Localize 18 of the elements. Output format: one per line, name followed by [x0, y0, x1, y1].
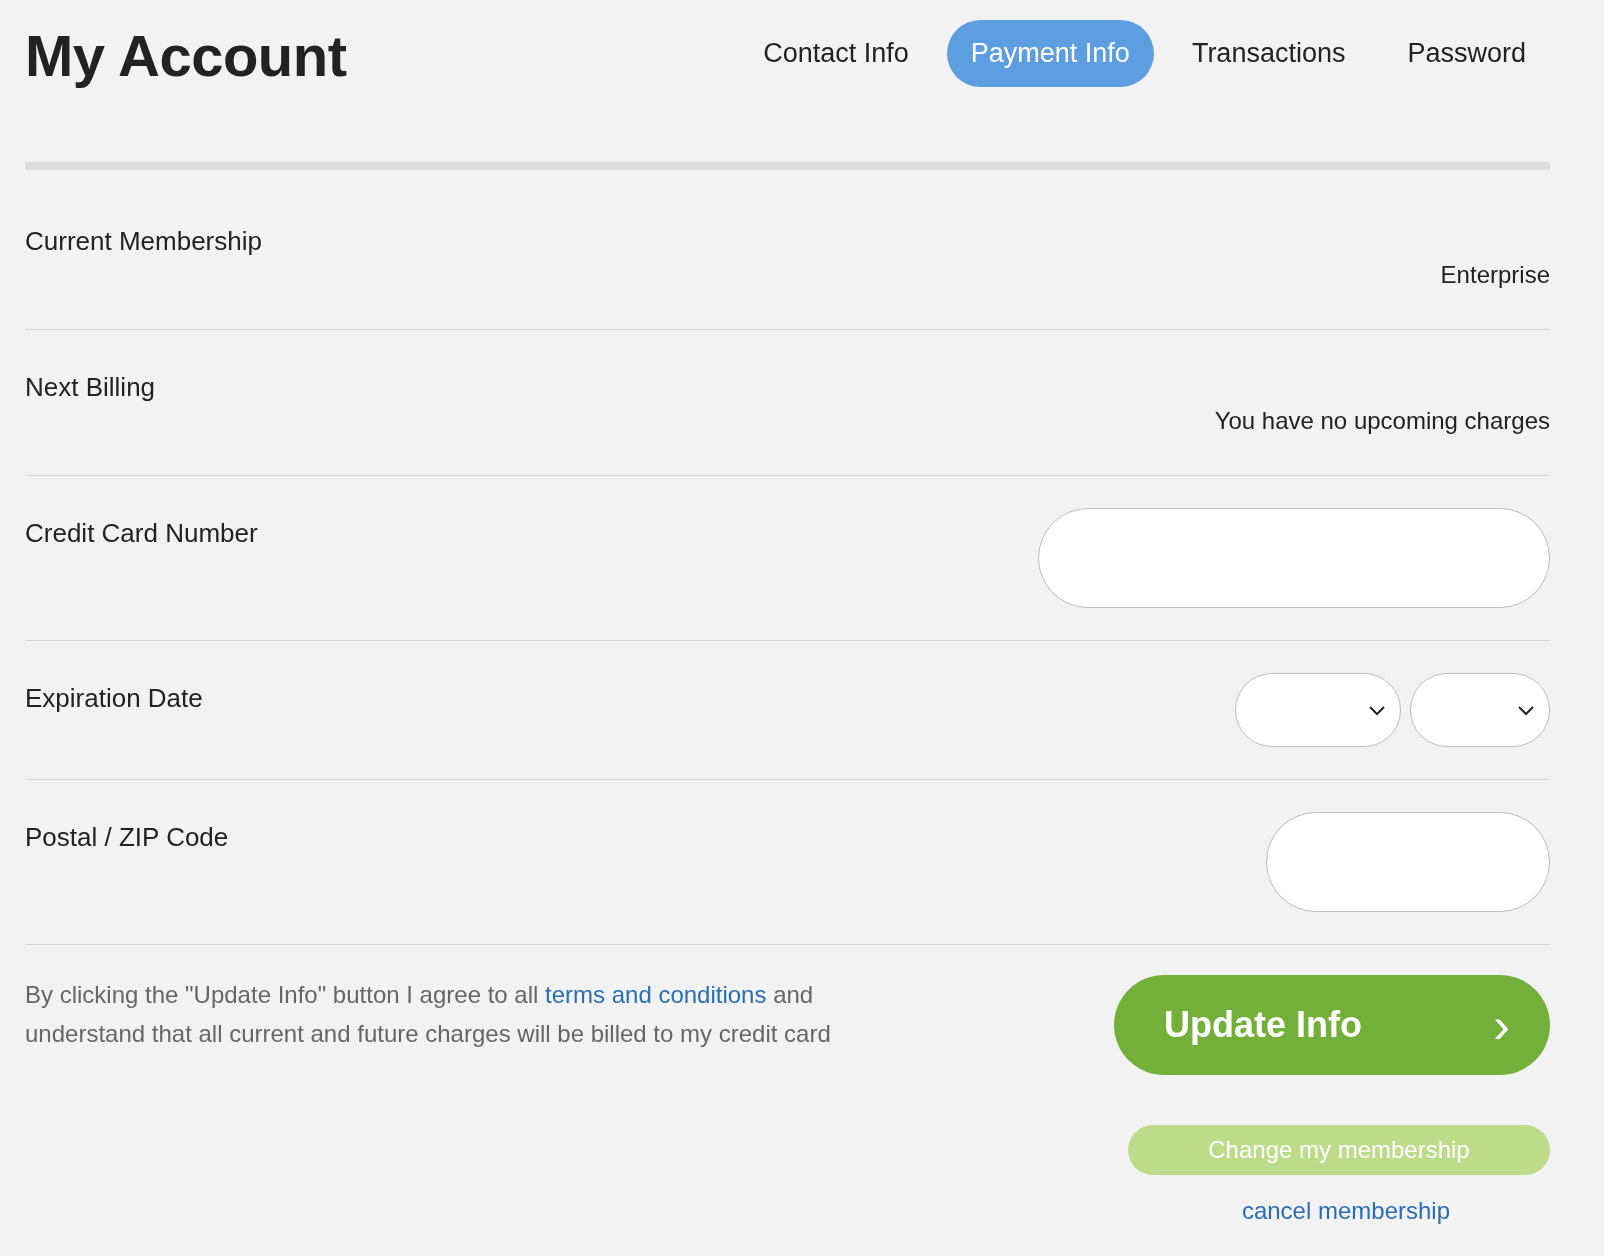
field-label: Current Membership	[25, 226, 262, 257]
field-label: Expiration Date	[25, 683, 203, 714]
field-value: You have no upcoming charges	[1214, 407, 1550, 435]
tab[interactable]: Password	[1383, 20, 1550, 87]
field-label: Next Billing	[25, 372, 156, 403]
field-label: Credit Card Number	[25, 518, 258, 549]
page-title: My Account	[25, 22, 347, 89]
field-label: Postal / ZIP Code	[25, 822, 229, 853]
chevron-down-icon	[1517, 704, 1535, 716]
tab[interactable]: Transactions	[1167, 20, 1370, 87]
cancel-membership-link[interactable]: cancel membership	[1241, 1197, 1450, 1225]
tab[interactable]: Payment Info	[946, 20, 1154, 87]
terms-link[interactable]: terms and conditions	[545, 981, 767, 1008]
field-value: Enterprise	[1440, 261, 1550, 289]
update-info-button[interactable]: Update Info ›	[1114, 975, 1550, 1075]
chevron-down-icon	[1368, 704, 1386, 716]
agreement-text: By clicking the "Update Info" button I agree to all terms and conditions and understand that all current and future charges will be billed to my credit card	[25, 980, 832, 1049]
tab[interactable]: Contact Info	[739, 20, 933, 87]
